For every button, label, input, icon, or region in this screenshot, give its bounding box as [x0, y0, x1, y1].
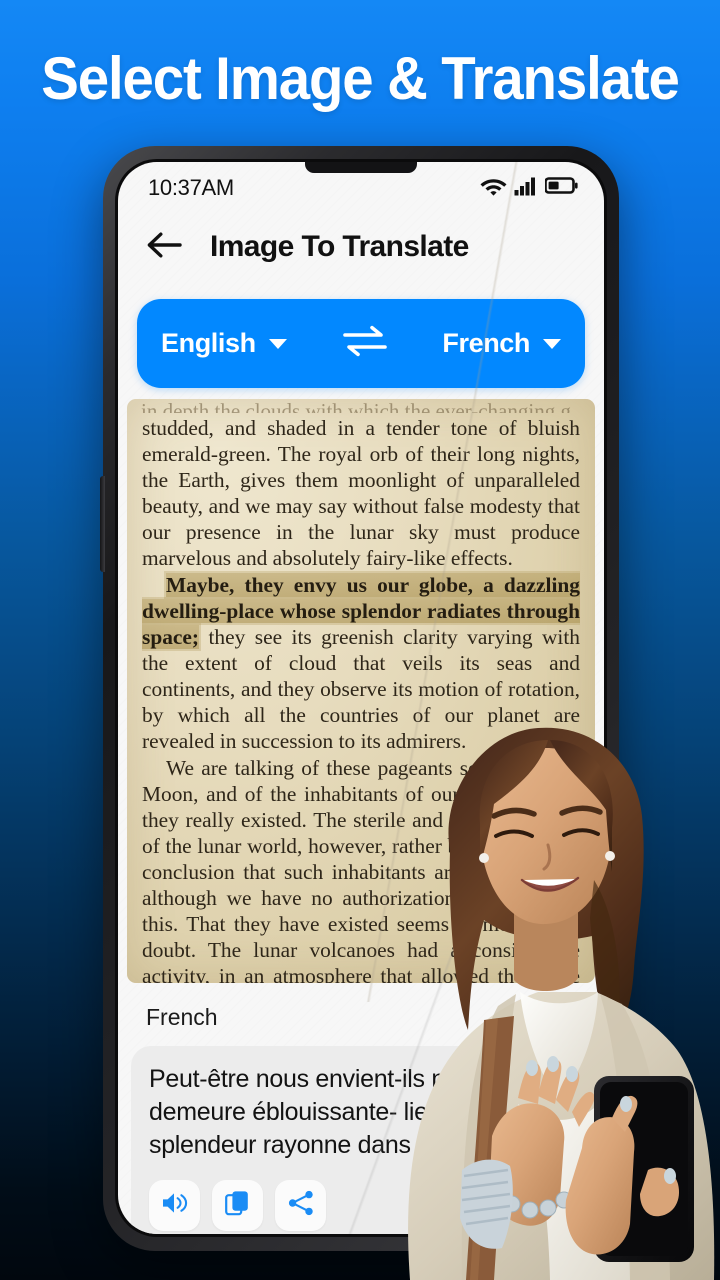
share-button[interactable] — [275, 1180, 326, 1231]
document-paragraph-1: studded, and shaded in a tender tone of … — [142, 416, 580, 570]
translation-language-label: French — [146, 1004, 218, 1030]
chevron-down-icon — [268, 338, 287, 349]
document-paragraph-2-rest: they see its greenish clarity varying wi… — [142, 625, 580, 753]
phone-bezel: 10:37AM Image To Translate English Frenc… — [115, 159, 607, 1237]
document-clipped-line: in depth the clouds with which the ever-… — [141, 399, 571, 413]
document-paragraph-3: We are talking of these pageants seen fr… — [142, 756, 580, 983]
source-language-label: English — [161, 328, 256, 358]
swap-arrows-icon — [341, 324, 389, 363]
speak-button[interactable] — [149, 1180, 200, 1231]
phone-mockup: 10:37AM Image To Translate English Frenc… — [100, 146, 619, 1251]
scanned-document-image[interactable]: in depth the clouds with which the ever-… — [127, 399, 595, 983]
share-icon — [287, 1189, 315, 1222]
language-selector-bar: English French — [137, 299, 585, 388]
translation-card: Peut-être nous envient-ils notre globe, … — [131, 1046, 591, 1234]
wifi-icon — [480, 176, 507, 201]
document-text: studded, and shaded in a tender tone of … — [127, 399, 595, 983]
phone-notch — [305, 162, 417, 173]
copy-button[interactable] — [212, 1180, 263, 1231]
battery-icon — [544, 176, 578, 200]
translation-text: Peut-être nous envient-ils notre globe, … — [149, 1065, 560, 1159]
source-language-dropdown[interactable]: English — [161, 328, 287, 359]
document-paragraph-2: Maybe, they envy us our globe, a dazzlin… — [142, 572, 580, 754]
swap-languages-button[interactable] — [341, 324, 389, 363]
phone-screen: 10:37AM Image To Translate English Frenc… — [118, 162, 604, 1234]
back-arrow-icon — [146, 231, 182, 264]
page-title: Select Image & Translate — [41, 45, 680, 112]
speaker-icon — [160, 1190, 190, 1221]
language-bar-wrapper: English French — [118, 280, 604, 388]
phone-side-button — [100, 476, 105, 572]
copy-icon — [224, 1189, 252, 1222]
back-button[interactable] — [144, 227, 184, 267]
target-language-label: French — [442, 328, 530, 358]
translation-action-buttons — [149, 1180, 573, 1231]
status-bar-time: 10:37AM — [148, 175, 234, 200]
chevron-down-icon — [543, 338, 561, 349]
cellular-signal-icon — [514, 176, 538, 201]
status-bar-icons — [480, 176, 578, 201]
app-title: Image To Translate — [210, 230, 469, 263]
target-language-dropdown[interactable]: French — [442, 328, 561, 359]
app-header: Image To Translate — [118, 214, 604, 280]
